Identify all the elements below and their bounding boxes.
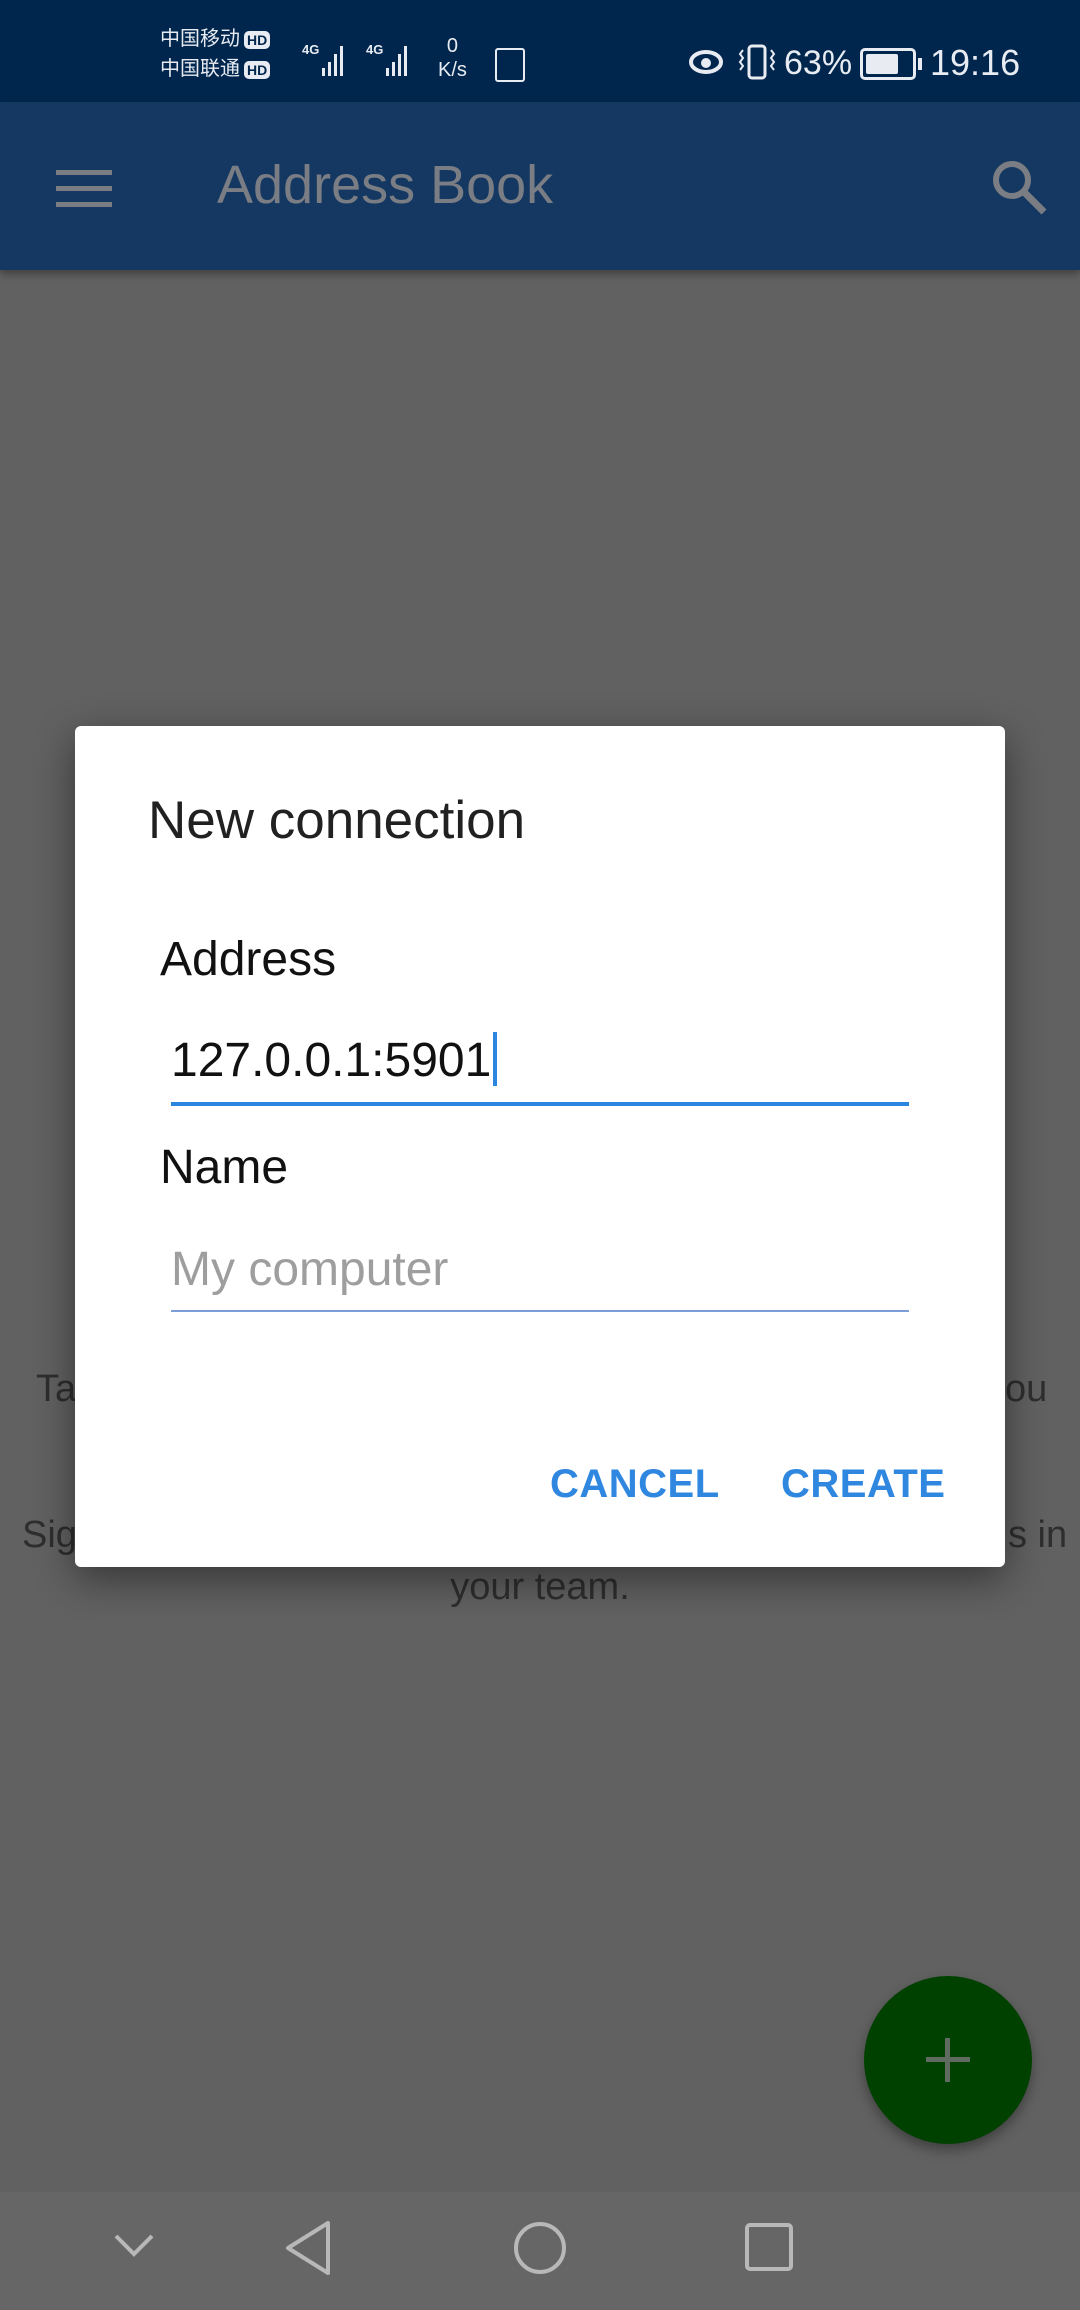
hd-badge: HD: [244, 60, 271, 79]
app-bar: Address Book: [0, 102, 1080, 270]
create-button[interactable]: CREATE: [781, 1462, 945, 1507]
name-placeholder: My computer: [171, 1243, 449, 1296]
hd-badge: HD: [244, 30, 271, 49]
vibrate-icon: [738, 44, 776, 80]
plus-icon: [926, 2038, 970, 2082]
network-2: 4G: [366, 42, 383, 57]
navigation-bar: [0, 2192, 1080, 2310]
battery-percent: 63%: [784, 44, 853, 82]
battery-icon: [860, 48, 922, 80]
add-connection-button[interactable]: [864, 1976, 1032, 2144]
network-1: 4G: [302, 42, 319, 57]
eye-comfort-icon: [689, 50, 723, 74]
recents-icon[interactable]: [744, 2222, 794, 2272]
empty-state-text: ou: [1005, 1368, 1048, 1410]
text-cursor: [493, 1032, 498, 1086]
empty-state-text: your team.: [450, 1566, 630, 1608]
address-value: 127.0.0.1:5901: [171, 1034, 492, 1087]
empty-state-text: s in: [1008, 1514, 1068, 1556]
hamburger-menu-icon[interactable]: [56, 170, 112, 208]
address-input[interactable]: 127.0.0.1:5901: [171, 1032, 909, 1106]
network-speed: 0 K/s: [438, 35, 467, 81]
empty-state-text: Ta: [36, 1368, 77, 1410]
chevron-down-icon[interactable]: [114, 2234, 154, 2258]
name-label: Name: [160, 1141, 289, 1194]
back-icon[interactable]: [284, 2220, 332, 2276]
empty-state-text: Sig: [22, 1514, 77, 1556]
carrier-1: 中国移动: [160, 28, 240, 50]
name-input[interactable]: My computer: [171, 1242, 909, 1312]
dialog-title: New connection: [148, 791, 526, 850]
address-label: Address: [160, 933, 337, 986]
home-icon[interactable]: [512, 2220, 568, 2276]
carrier-2: 中国联通: [160, 58, 240, 80]
search-icon[interactable]: [990, 158, 1048, 216]
sim-icon: [495, 48, 525, 82]
app-title: Address Book: [217, 155, 554, 215]
cancel-button[interactable]: CANCEL: [550, 1462, 720, 1507]
signal-icon: 4G 4G: [302, 42, 407, 76]
status-bar: 中国移动 HD 中国联通 HD 4G 4G 0 K/s 63% 19:16: [0, 0, 1080, 102]
clock: 19:16: [930, 42, 1021, 83]
carrier-info: 中国移动 HD 中国联通 HD: [160, 24, 271, 84]
new-connection-dialog: New connection Address 127.0.0.1:5901 Na…: [75, 726, 1005, 1567]
